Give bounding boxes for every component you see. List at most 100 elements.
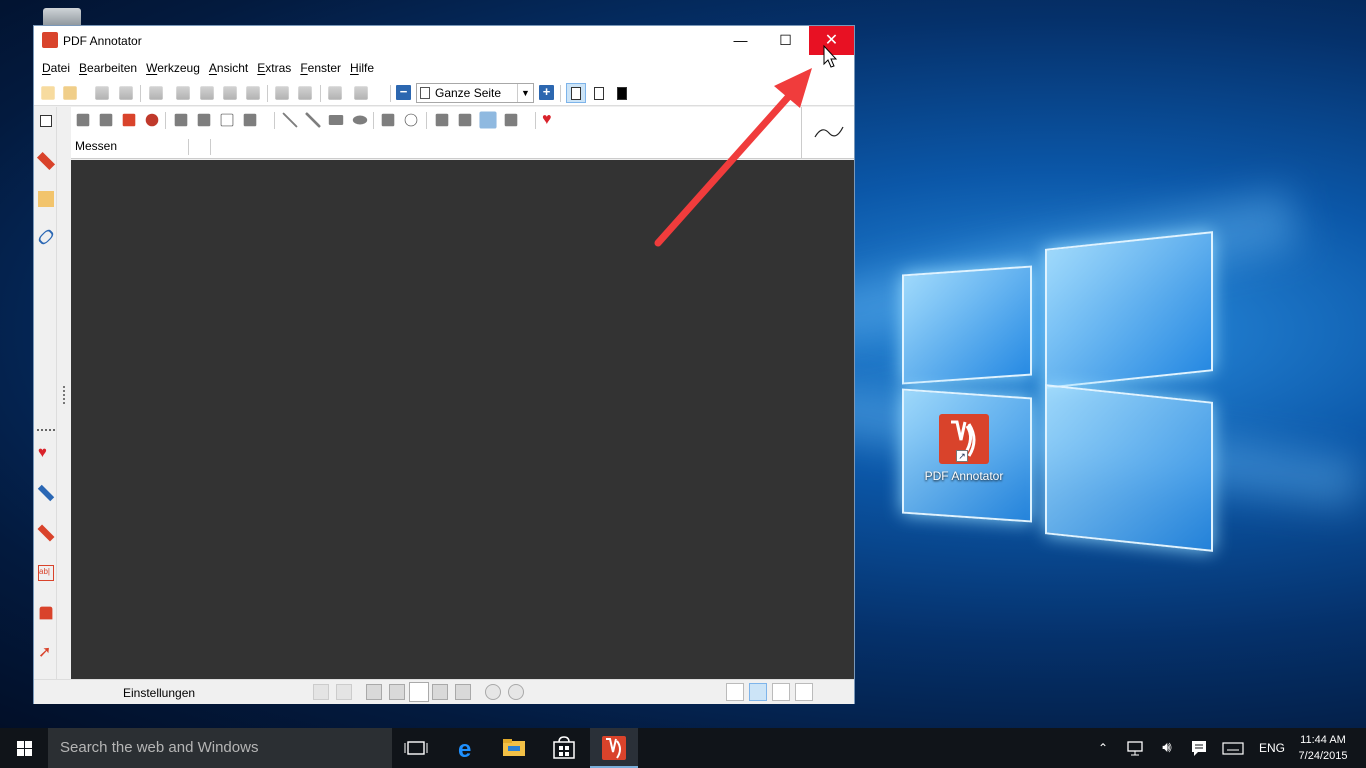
stamp-tool-icon[interactable] [243, 113, 257, 127]
fit-width-view-button[interactable] [589, 83, 609, 103]
show-hidden-icons-chevron-icon[interactable]: ⌃ [1092, 728, 1114, 768]
menu-datei[interactable]: Datei [38, 61, 74, 75]
maximize-button[interactable]: ☐ [763, 26, 808, 55]
fit-width-icon [594, 87, 604, 100]
layout-continuous-icon[interactable] [749, 683, 767, 701]
delete-icon[interactable] [246, 86, 260, 100]
system-clock[interactable]: 11:44 AM 7/24/2015 [1293, 732, 1353, 764]
text-box-icon[interactable]: ab| [38, 565, 54, 581]
close-button[interactable]: ✕ [809, 26, 854, 55]
insert-image-icon[interactable] [504, 113, 518, 127]
rectangle-icon[interactable] [328, 115, 344, 125]
layout-grid-icon[interactable] [772, 683, 790, 701]
pdf-annotator-taskbar-icon[interactable] [590, 728, 638, 768]
status-bar: Einstellungen [34, 679, 854, 704]
input-language[interactable]: ENG [1255, 728, 1289, 768]
start-button[interactable] [0, 728, 48, 768]
find-icon[interactable] [328, 86, 342, 100]
cut-icon[interactable] [176, 86, 190, 100]
page-number-field[interactable] [409, 682, 429, 702]
strip-divider [37, 429, 55, 431]
new-document-icon[interactable] [41, 86, 55, 100]
file-explorer-icon[interactable] [490, 728, 538, 768]
edge-browser-icon[interactable]: e [442, 728, 490, 768]
page-settings-icon[interactable] [354, 86, 368, 100]
keyboard-icon[interactable] [1218, 728, 1248, 768]
layout-two-page-icon[interactable] [795, 683, 813, 701]
forward-page-icon[interactable] [336, 684, 352, 700]
resize-grip-icon[interactable] [63, 386, 66, 404]
highlighter-icon[interactable] [37, 524, 55, 542]
pen-preview[interactable] [801, 107, 854, 159]
desktop-shortcut-pdf-annotator[interactable]: ↗ PDF Annotator [922, 414, 1006, 486]
taskbar: Search the web and Windows e ⌃ 🔊︎ ENG 11… [0, 728, 1366, 768]
marker-icon[interactable] [197, 113, 211, 127]
history-back-icon[interactable] [485, 684, 501, 700]
zoom-select[interactable]: Ganze Seite ▼ [416, 83, 534, 103]
open-folder-icon[interactable] [63, 86, 77, 100]
select-page-icon[interactable] [40, 115, 52, 127]
arrow-tool-icon[interactable]: ➚ [38, 645, 54, 661]
favorites-heart-icon[interactable]: ♥ [542, 111, 560, 129]
save-as-icon[interactable] [119, 86, 133, 100]
copy-icon[interactable] [200, 86, 214, 100]
ruler-icon[interactable] [479, 111, 497, 129]
pencil-icon[interactable] [174, 113, 188, 127]
print-icon[interactable] [149, 86, 163, 100]
textbox-tool-icon[interactable] [220, 113, 234, 127]
redo-icon[interactable] [298, 86, 312, 100]
text-select-icon[interactable] [99, 113, 113, 127]
ellipse-icon[interactable] [352, 115, 368, 125]
action-center-icon[interactable] [1186, 728, 1212, 768]
taskbar-search-input[interactable]: Search the web and Windows [48, 728, 392, 768]
lasso-icon[interactable] [404, 113, 418, 127]
menu-bearbeiten[interactable]: Bearbeiten [75, 61, 141, 75]
task-view-button[interactable] [392, 728, 440, 768]
app-icon[interactable] [42, 32, 58, 48]
first-page-icon[interactable] [366, 684, 382, 700]
menu-extras[interactable]: Extras [253, 61, 295, 75]
volume-icon[interactable]: 🔊︎ [1154, 728, 1180, 768]
store-icon[interactable] [540, 728, 588, 768]
stamp-icon[interactable] [39, 606, 53, 620]
chevron-down-icon[interactable]: ▼ [517, 84, 533, 102]
network-icon[interactable] [1122, 728, 1148, 768]
history-forward-icon[interactable] [508, 684, 524, 700]
sticky-note-icon[interactable] [38, 191, 54, 207]
minimize-button[interactable]: — [718, 26, 763, 55]
single-page-view-button[interactable] [566, 83, 586, 103]
blue-pen-icon[interactable] [37, 484, 55, 502]
layout-single-icon[interactable] [726, 683, 744, 701]
camera-icon[interactable] [435, 113, 449, 127]
pointer-icon[interactable] [76, 113, 90, 127]
menu-hilfe[interactable]: Hilfe [346, 61, 378, 75]
back-page-icon[interactable] [313, 684, 329, 700]
menu-fenster[interactable]: Fenster [296, 61, 345, 75]
save-icon[interactable] [95, 86, 109, 100]
menu-werkzeug[interactable]: Werkzeug [142, 61, 204, 75]
arrow-line-icon[interactable] [305, 112, 321, 128]
pen-icon[interactable] [36, 151, 56, 171]
previous-page-icon[interactable] [389, 684, 405, 700]
title-bar[interactable]: PDF Annotator — ☐ ✕ [34, 26, 854, 55]
zoom-in-button[interactable]: + [539, 85, 554, 100]
settings-label[interactable]: Einstellungen [123, 686, 195, 700]
fullscreen-button[interactable] [612, 83, 632, 103]
crop-icon[interactable] [458, 113, 472, 127]
menu-ansicht[interactable]: Ansicht [205, 61, 252, 75]
attachment-icon[interactable] [36, 227, 56, 247]
recycle-bin-icon[interactable] [43, 8, 81, 26]
last-page-icon[interactable] [455, 684, 471, 700]
hand-icon[interactable] [122, 113, 136, 127]
favorites-heart-icon[interactable]: ♥ [38, 445, 54, 461]
eraser-icon[interactable] [381, 113, 395, 127]
zoom-tool-icon[interactable] [145, 113, 159, 127]
zoom-value: Ganze Seite [435, 86, 502, 100]
document-area[interactable] [71, 160, 854, 679]
window-title: PDF Annotator [63, 34, 142, 48]
undo-icon[interactable] [275, 86, 289, 100]
line-icon[interactable] [282, 112, 298, 128]
paste-icon[interactable] [223, 86, 237, 100]
zoom-out-button[interactable]: − [396, 85, 411, 100]
next-page-icon[interactable] [432, 684, 448, 700]
